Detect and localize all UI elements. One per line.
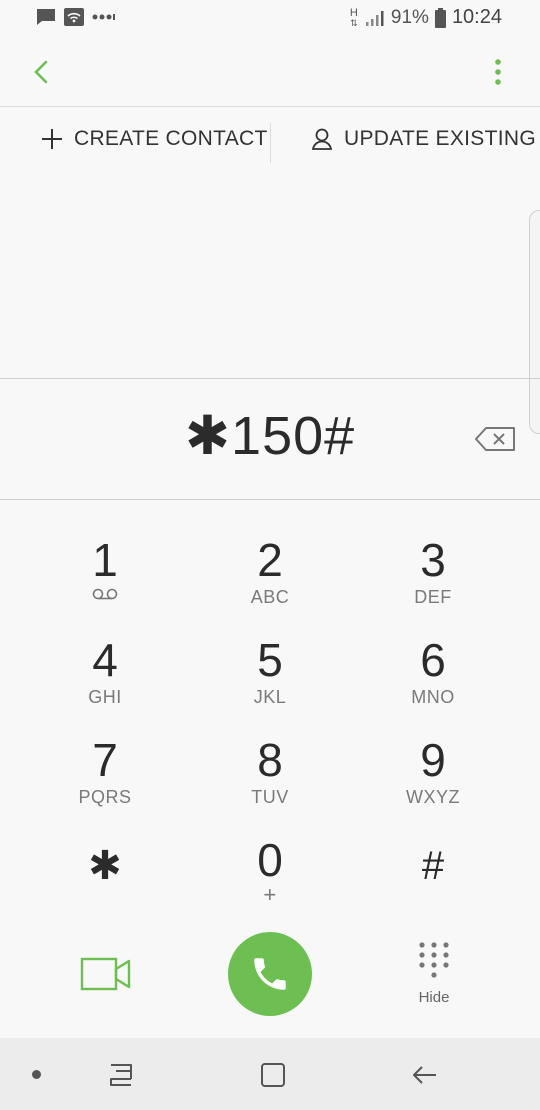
key-digit: 5 (257, 634, 283, 686)
create-contact-label: CREATE CONTACT (74, 127, 268, 150)
wifi-icon (64, 8, 84, 26)
key-6[interactable]: 6 MNO (358, 620, 508, 716)
key-3[interactable]: 3 DEF (358, 520, 508, 616)
create-contact-button[interactable]: CREATE CONTACT (40, 127, 268, 151)
number-display: ✱150# (0, 378, 540, 500)
action-divider (270, 123, 271, 163)
phone-icon (254, 958, 286, 990)
home-icon (261, 1063, 285, 1087)
call-button[interactable] (228, 932, 312, 1016)
video-call-button[interactable] (80, 956, 132, 992)
key-digit: 9 (420, 734, 446, 786)
key-letters: WXYZ (406, 787, 460, 807)
hide-label: Hide (418, 989, 450, 1006)
more-options-button[interactable] (490, 52, 506, 92)
key-5[interactable]: 5 JKL (195, 620, 345, 716)
key-digit: 2 (257, 534, 283, 586)
signal-icon (365, 9, 385, 27)
dialpad-icon (419, 942, 449, 978)
status-bar: H ⇅ 91% 10:24 (0, 0, 540, 38)
key-digit: 4 (92, 634, 118, 686)
key-letters: JKL (253, 687, 287, 707)
message-icon (36, 8, 56, 26)
key-0[interactable]: 0 + (195, 820, 345, 916)
key-digit: 8 (257, 734, 283, 786)
key-digit: 7 (92, 734, 118, 786)
dialed-number[interactable]: ✱150# (0, 404, 540, 467)
key-digit: 1 (92, 534, 118, 586)
plus-icon (42, 129, 62, 149)
person-icon (311, 128, 333, 150)
voicemail-icon (92, 588, 118, 600)
key-8[interactable]: 8 TUV (195, 720, 345, 816)
backspace-button[interactable] (474, 426, 516, 452)
update-existing-label: UPDATE EXISTING (344, 127, 536, 150)
key-digit: 0 (257, 834, 283, 886)
key-2[interactable]: 2 ABC (195, 520, 345, 616)
key-star[interactable]: ✱ (30, 820, 180, 916)
key-1[interactable]: 1 (30, 520, 180, 616)
video-camera-icon (80, 957, 131, 991)
network-h-icon: H ⇅ (349, 6, 358, 28)
key-4[interactable]: 4 GHI (30, 620, 180, 716)
update-existing-button[interactable]: UPDATE EXISTING (310, 127, 536, 151)
key-7[interactable]: 7 PQRS (30, 720, 180, 816)
key-letters: DEF (414, 587, 452, 607)
contact-actions: CREATE CONTACT UPDATE EXISTING (0, 107, 540, 175)
key-letters: GHI (88, 687, 122, 707)
key-letters: PQRS (78, 787, 132, 807)
battery-icon (434, 7, 446, 28)
key-letters: ABC (250, 587, 290, 607)
nav-back-button[interactable] (410, 1060, 440, 1095)
top-bar (0, 38, 540, 107)
key-9[interactable]: 9 WXYZ (358, 720, 508, 816)
nav-dot-indicator[interactable] (32, 1070, 41, 1079)
more-vert-icon (495, 59, 501, 85)
key-hash[interactable]: # (358, 820, 508, 916)
battery-level: 91% (390, 6, 429, 28)
clock: 10:24 (451, 6, 502, 28)
home-button[interactable] (258, 1060, 288, 1095)
key-digit: 3 (420, 534, 446, 586)
key-letters: MNO (411, 687, 455, 707)
backspace-icon (475, 427, 515, 451)
chevron-left-icon (34, 60, 48, 84)
key-letters: TUV (251, 787, 289, 807)
back-arrow-icon (413, 1066, 436, 1084)
recent-apps-icon (110, 1064, 132, 1086)
key-digit: 6 (420, 634, 446, 686)
more-notifications-icon (92, 12, 116, 22)
key-digit: ✱ (88, 844, 122, 888)
recent-apps-button[interactable] (106, 1060, 136, 1095)
hide-keypad-button[interactable]: Hide (400, 940, 468, 1020)
back-button[interactable] (26, 52, 62, 92)
navigation-bar (0, 1038, 540, 1110)
key-digit: # (421, 844, 445, 888)
key-letters: + (263, 882, 277, 907)
